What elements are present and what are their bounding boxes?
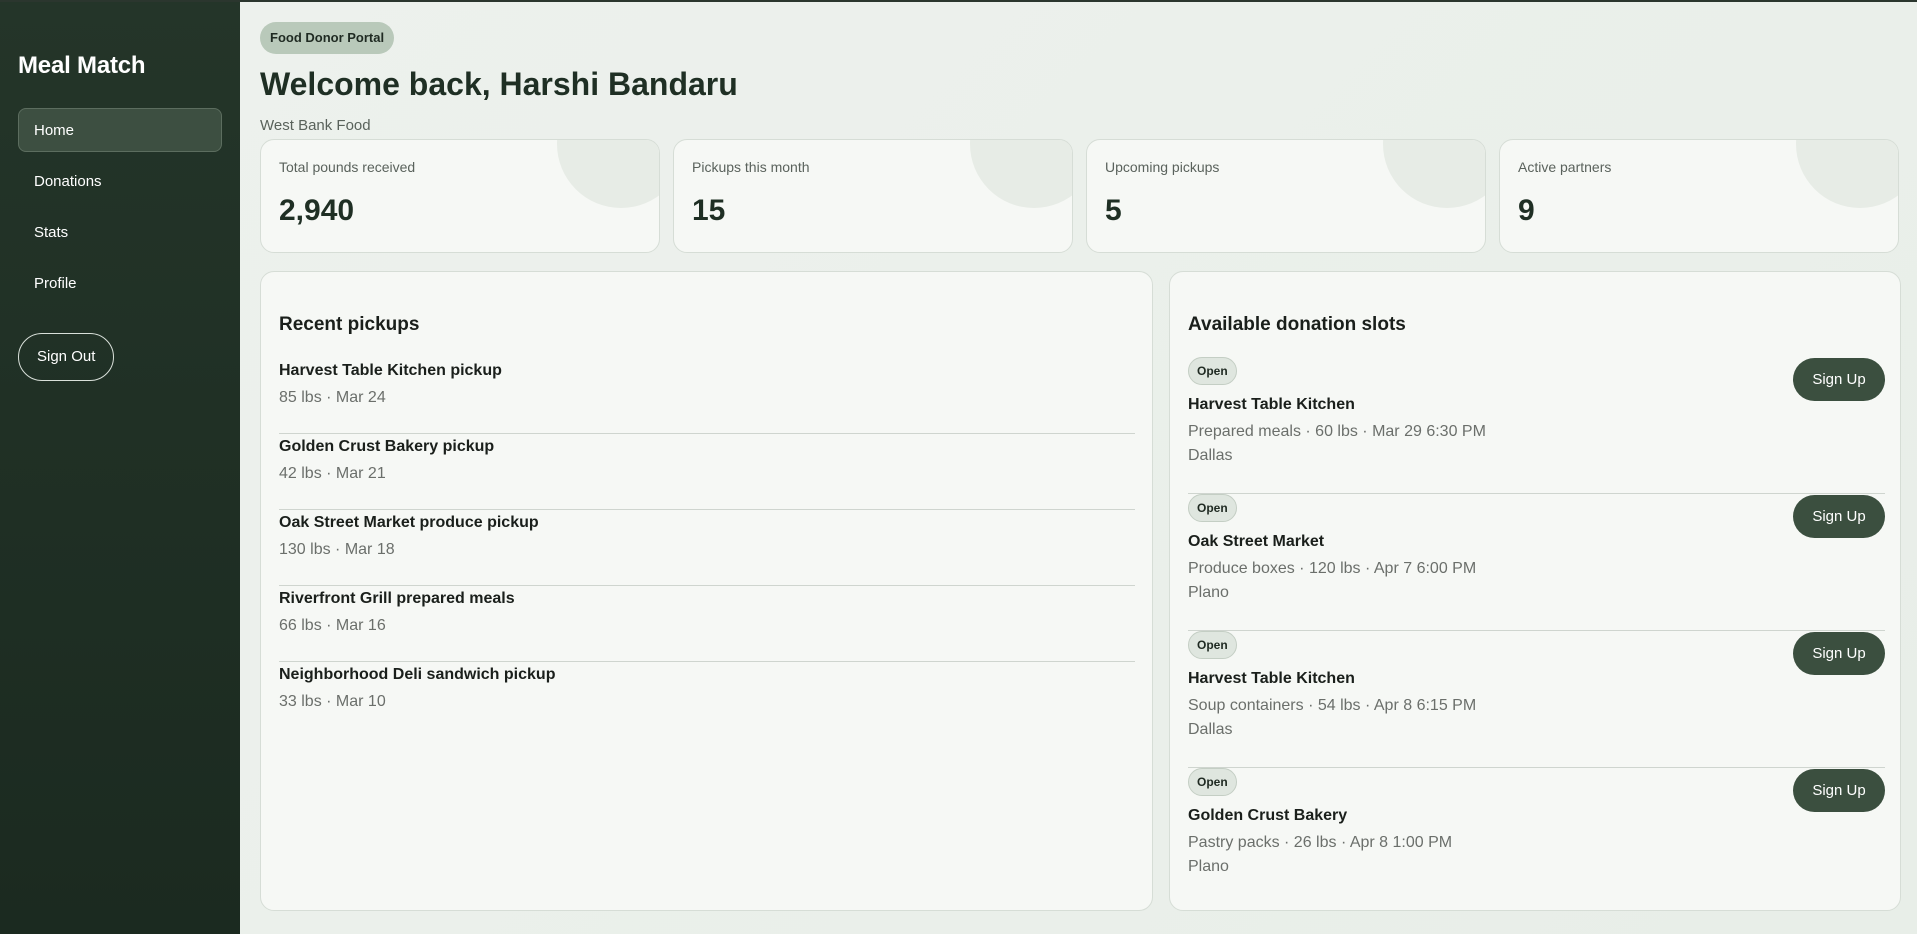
pickup-meta: 42 lbs · Mar 21 [279, 465, 386, 482]
sidebar-item-home[interactable]: Home [18, 108, 222, 152]
slot-donor: Golden Crust Bakery [1188, 807, 1348, 824]
slot-detail: Soup containers · 54 lbs · Apr 8 6:15 PM [1188, 697, 1477, 714]
recent-pickups-title: Recent pickups [279, 314, 420, 335]
stat-label: Total pounds received [279, 159, 416, 175]
stat-value: 15 [692, 194, 726, 227]
slot-donor: Oak Street Market [1188, 533, 1325, 550]
sign-up-button[interactable]: Sign Up [1793, 632, 1885, 675]
page-title: Welcome back, Harshi Bandaru [260, 66, 738, 102]
slot-donor: Harvest Table Kitchen [1188, 670, 1355, 687]
slot-city: Plano [1188, 584, 1229, 601]
stat-value: 5 [1105, 194, 1122, 227]
pickup-title: Neighborhood Deli sandwich pickup [279, 666, 556, 683]
slot-detail: Prepared meals · 60 lbs · Mar 29 6:30 PM [1188, 423, 1486, 440]
status-badge: Open [1188, 357, 1237, 385]
donation-slots-title: Available donation slots [1188, 314, 1406, 335]
pickup-title: Harvest Table Kitchen pickup [279, 362, 502, 379]
sign-up-button[interactable]: Sign Up [1793, 358, 1885, 401]
status-badge: Open [1188, 494, 1237, 522]
sidebar-item-stats[interactable]: Stats [18, 210, 222, 254]
pickup-meta: 33 lbs · Mar 10 [279, 693, 386, 710]
pickup-meta: 130 lbs · Mar 18 [279, 541, 395, 558]
recent-pickups-panel: Recent pickups Harvest Table Kitchen pic… [260, 271, 1153, 911]
organization-name: West Bank Food [260, 117, 371, 134]
stat-label: Pickups this month [692, 159, 810, 175]
status-badge: Open [1188, 768, 1237, 796]
stat-card-active-partners: Active partners 9 [1499, 139, 1899, 253]
sidebar-item-profile[interactable]: Profile [18, 261, 222, 305]
sign-up-button[interactable]: Sign Up [1793, 495, 1885, 538]
app-brand: Meal Match [18, 52, 146, 79]
donation-slots-panel: Available donation slots Open Harvest Ta… [1169, 271, 1901, 911]
pickup-title: Oak Street Market produce pickup [279, 514, 539, 531]
slot-city: Dallas [1188, 447, 1233, 464]
slot-donor: Harvest Table Kitchen [1188, 396, 1355, 413]
slot-city: Plano [1188, 858, 1229, 875]
donation-slot: Open Harvest Table Kitchen Prepared meal… [1188, 357, 1885, 494]
status-badge: Open [1188, 631, 1237, 659]
donation-slot: Open Golden Crust Bakery Pastry packs · … [1188, 768, 1885, 905]
pickup-title: Riverfront Grill prepared meals [279, 590, 515, 607]
pickup-meta: 66 lbs · Mar 16 [279, 617, 386, 634]
main-content: Food Donor Portal Welcome back, Harshi B… [240, 2, 1917, 934]
sidebar-nav: Home Donations Stats Profile [18, 108, 222, 305]
sign-up-button[interactable]: Sign Up [1793, 769, 1885, 812]
sidebar: Meal Match Home Donations Stats Profile … [0, 2, 240, 934]
pickup-meta: 85 lbs · Mar 24 [279, 389, 386, 406]
list-item: Neighborhood Deli sandwich pickup 33 lbs… [279, 662, 1135, 738]
sidebar-item-donations[interactable]: Donations [18, 159, 222, 203]
list-item: Riverfront Grill prepared meals 66 lbs ·… [279, 586, 1135, 662]
stat-value: 9 [1518, 194, 1535, 227]
slot-city: Dallas [1188, 721, 1233, 738]
list-item: Oak Street Market produce pickup 130 lbs… [279, 510, 1135, 586]
slot-detail: Pastry packs · 26 lbs · Apr 8 1:00 PM [1188, 834, 1453, 851]
stat-card-total-pounds: Total pounds received 2,940 [260, 139, 660, 253]
portal-badge: Food Donor Portal [260, 22, 395, 54]
stat-value: 2,940 [279, 194, 355, 227]
pickup-title: Golden Crust Bakery pickup [279, 438, 495, 455]
sign-out-button[interactable]: Sign Out [18, 333, 115, 381]
slot-detail: Produce boxes · 120 lbs · Apr 7 6:00 PM [1188, 560, 1477, 577]
list-item: Harvest Table Kitchen pickup 85 lbs · Ma… [279, 358, 1135, 434]
stat-card-upcoming-pickups: Upcoming pickups 5 [1086, 139, 1486, 253]
donation-slot: Open Harvest Table Kitchen Soup containe… [1188, 631, 1885, 768]
list-item: Golden Crust Bakery pickup 42 lbs · Mar … [279, 434, 1135, 510]
stat-label: Upcoming pickups [1105, 159, 1220, 175]
stat-label: Active partners [1518, 159, 1612, 175]
donation-slot: Open Oak Street Market Produce boxes · 1… [1188, 494, 1885, 631]
stat-card-pickups-month: Pickups this month 15 [673, 139, 1073, 253]
